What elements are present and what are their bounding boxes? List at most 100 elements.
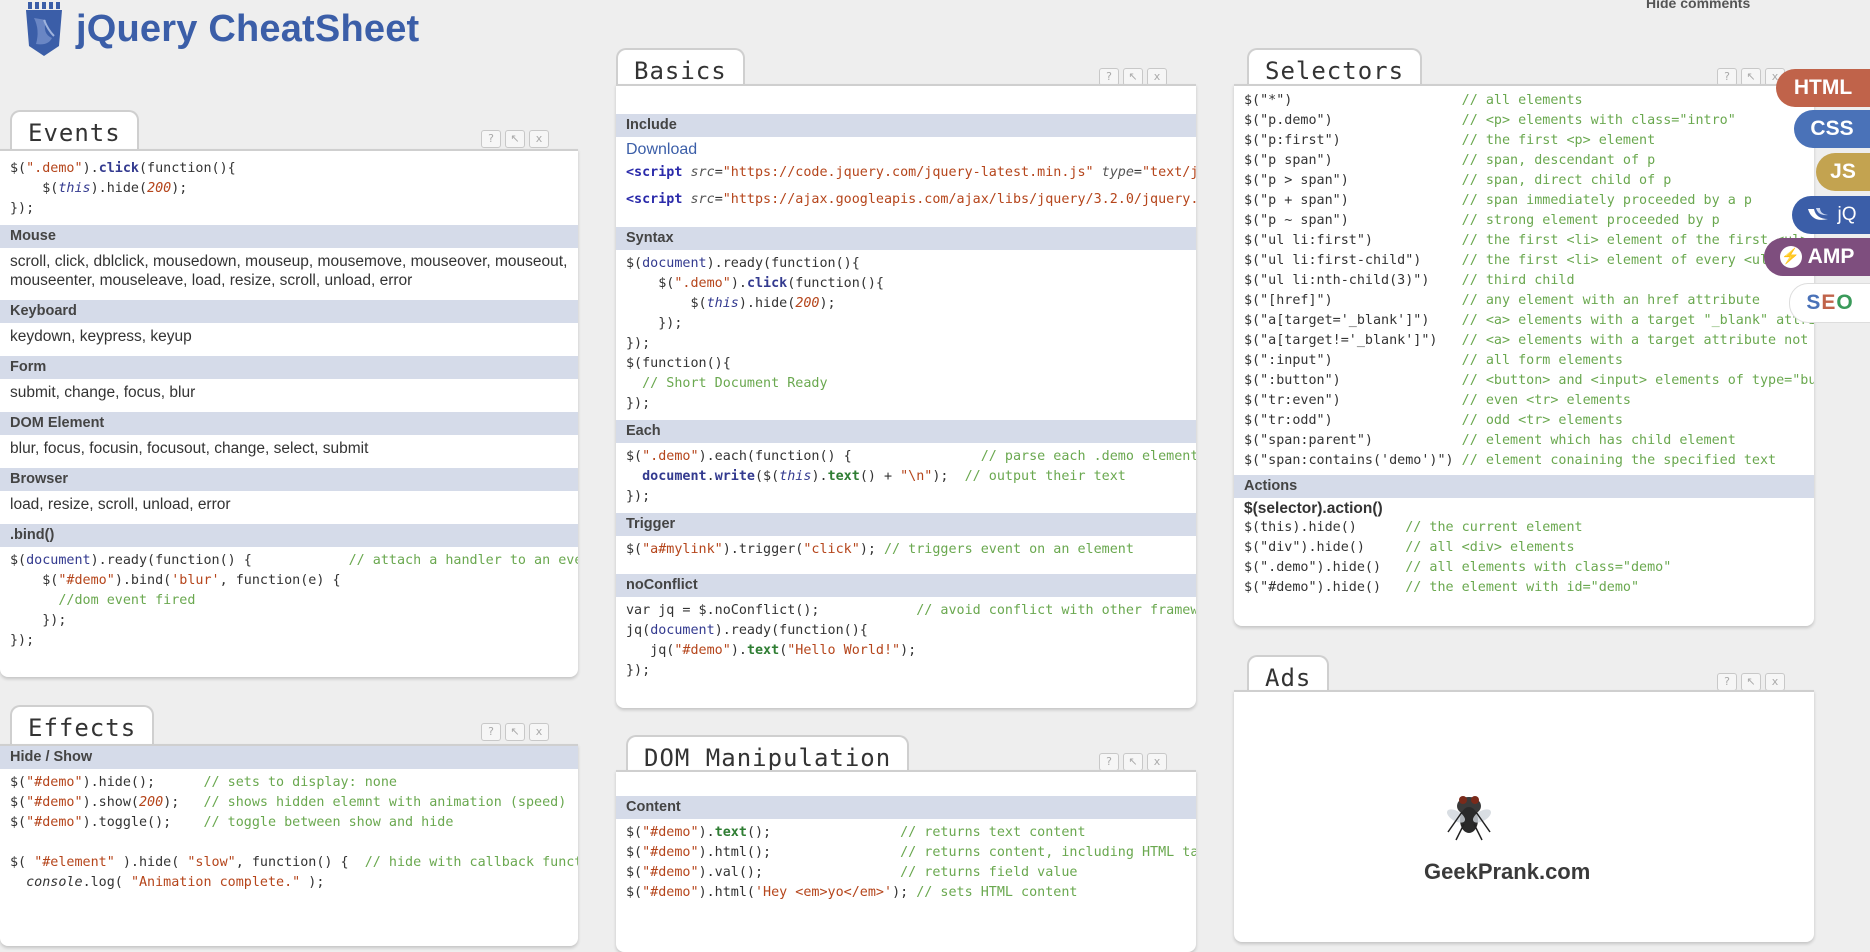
- selector-row: $(".demo").hide() // all elements with c…: [1244, 558, 1804, 578]
- section-heading-actions: Actions: [1234, 475, 1814, 498]
- code-line: jq("#demo").text("Hello World!");: [626, 643, 917, 658]
- selector-code: $(":button"): [1244, 373, 1462, 388]
- selector-row: $("div").hide() // all <div> elements: [1244, 538, 1804, 558]
- selector-row: $(":button") // <button> and <input> ele…: [1244, 371, 1814, 391]
- code-line: });: [626, 316, 683, 331]
- dom-events-text: blur, focus, focusin, focusout, change, …: [10, 440, 369, 457]
- fly-icon: [1446, 796, 1492, 841]
- close-icon[interactable]: x: [529, 130, 549, 148]
- section-heading-dom-element: DOM Element: [0, 412, 578, 435]
- selector-comment: // the first <li> element of every <ul>: [1461, 253, 1777, 268]
- selector-code: $("*"): [1244, 93, 1462, 108]
- help-icon[interactable]: ?: [481, 723, 501, 741]
- section-heading-syntax: Syntax: [616, 227, 1196, 250]
- jquery-swoosh-icon: [1807, 208, 1828, 220]
- selector-comment: // <button> and <input> elements of type…: [1461, 373, 1814, 388]
- selector-comment: // odd <tr> elements: [1461, 413, 1623, 428]
- help-icon[interactable]: ?: [1717, 673, 1737, 691]
- section-heading-include: Include: [616, 114, 1196, 137]
- selector-code: $("span:parent"): [1244, 433, 1462, 448]
- selector-code: $(".demo").hide(): [1244, 560, 1406, 575]
- selector-code: $("[href]"): [1244, 293, 1462, 308]
- code-line: $(document).ready(function() { // attach…: [10, 553, 578, 568]
- close-icon[interactable]: x: [1765, 673, 1785, 691]
- code-line: $("#demo").bind('blur', function(e) {: [10, 573, 341, 588]
- selector-code: $("p:first"): [1244, 133, 1462, 148]
- effects-panel: Effects ? ↖ x Hide / Show $("#demo").hid…: [0, 705, 578, 946]
- code-line: });: [10, 633, 35, 648]
- basics-panel: Basics ? ↖ x Include Download <script sr…: [616, 48, 1196, 708]
- expand-icon[interactable]: ↖: [505, 130, 525, 148]
- selector-comment: // even <tr> elements: [1461, 393, 1631, 408]
- events-intro-code: $(".demo").click(function(){ $(this).hid…: [0, 151, 578, 225]
- code-line: $(document).ready(function(){: [626, 256, 860, 271]
- code-line: // Short Document Ready: [642, 376, 828, 391]
- selector-code: $("tr:even"): [1244, 393, 1462, 408]
- code-line: $("a#mylink").trigger("click"); // trigg…: [626, 542, 1134, 557]
- side-nav-js[interactable]: JS: [1816, 153, 1870, 191]
- ad-brand-text[interactable]: GeekPrank.com: [1424, 859, 1590, 885]
- selector-code: $(this).hide(): [1244, 520, 1406, 535]
- section-heading-noconflict: noConflict: [616, 574, 1196, 597]
- each-code: $(".demo").each(function() { // parse ea…: [616, 443, 1196, 513]
- hide-comments-link[interactable]: Hide comments: [1646, 0, 1750, 11]
- help-icon[interactable]: ?: [481, 130, 501, 148]
- help-icon[interactable]: ?: [1099, 753, 1119, 771]
- expand-icon[interactable]: ↖: [1741, 673, 1761, 691]
- download-link[interactable]: Download: [616, 137, 1196, 159]
- effects-panel-controls: ? ↖ x: [481, 723, 549, 741]
- selector-row: $("[href]") // any element with an href …: [1244, 291, 1804, 311]
- browser-events-text: load, resize, scroll, unload, error: [10, 496, 231, 513]
- code-line: $("#demo").toggle(); // toggle between s…: [10, 815, 454, 830]
- selector-row: $(":input") // all form elements: [1244, 351, 1804, 371]
- code-line: });: [626, 396, 651, 411]
- selector-code: $("a[target='_blank']"): [1244, 313, 1462, 328]
- close-icon[interactable]: x: [529, 723, 549, 741]
- selectors-panel-body: $("*") // all elements $("p.demo") // <p>…: [1234, 84, 1814, 626]
- expand-icon[interactable]: ↖: [505, 723, 525, 741]
- expand-icon[interactable]: ↖: [1123, 753, 1143, 771]
- side-nav-amp[interactable]: ⚡ AMP: [1764, 238, 1870, 276]
- selector-comment: // span, descendant of p: [1461, 153, 1656, 168]
- selector-code: $("p + span"): [1244, 193, 1462, 208]
- code-line: var jq = $.noConflict(); // avoid confli…: [626, 603, 1196, 618]
- site-title: jQuery CheatSheet: [76, 7, 420, 50]
- selector-row: $("p.demo") // <p> elements with class="…: [1244, 111, 1804, 131]
- html5-shield-icon: [26, 2, 62, 56]
- brand-logo[interactable]: jQuery CheatSheet: [22, 0, 419, 58]
- selector-code: $("ul li:first"): [1244, 233, 1462, 248]
- selector-row: $("tr:even") // even <tr> elements: [1244, 391, 1804, 411]
- side-nav-html[interactable]: HTML: [1776, 69, 1870, 107]
- selector-row: $("span:parent") // element which has ch…: [1244, 431, 1804, 451]
- section-heading-browser: Browser: [0, 468, 578, 491]
- selector-comment: // all elements with class="demo": [1405, 560, 1672, 575]
- code-line: $(this).hide(200);: [626, 296, 836, 311]
- side-nav-jquery[interactable]: jQ: [1792, 196, 1870, 234]
- section-heading-form: Form: [0, 356, 578, 379]
- section-heading-trigger: Trigger: [616, 513, 1196, 536]
- section-heading-each: Each: [616, 420, 1196, 443]
- code-line: $(this).hide(200);: [10, 181, 188, 196]
- dom-manipulation-panel: DOM Manipulation ? ↖ x Content $("#demo"…: [616, 735, 1196, 952]
- code-line: $( "#element" ).hide( "slow", function()…: [10, 855, 578, 870]
- selector-code: $("ul li:first-child"): [1244, 253, 1462, 268]
- side-nav-seo[interactable]: SEO: [1789, 283, 1870, 323]
- code-line: $("#demo").html('Hey <em>yo</em>'); // s…: [626, 885, 1078, 900]
- events-panel: Events ? ↖ x $(".demo").click(function()…: [0, 110, 578, 677]
- selector-comment: // all elements: [1461, 93, 1583, 108]
- selector-row: $("p > span") // span, direct child of p: [1244, 171, 1804, 191]
- selector-row: $("p ~ span") // strong element proceede…: [1244, 211, 1804, 231]
- trigger-code: $("a#mylink").trigger("click"); // trigg…: [616, 536, 1196, 574]
- dom-manipulation-panel-body: Content $("#demo").text(); // returns te…: [616, 770, 1196, 952]
- selector-row: $("p + span") // span immediately procee…: [1244, 191, 1804, 211]
- selector-comment: // the element with id="demo": [1405, 580, 1640, 595]
- close-icon[interactable]: x: [1147, 753, 1167, 771]
- code-line: $("#demo").val(); // returns field value: [626, 865, 1078, 880]
- side-nav-css[interactable]: CSS: [1794, 110, 1870, 148]
- selector-comment: // span immediately proceeded by a p: [1461, 193, 1752, 208]
- selector-comment: // all <div> elements: [1405, 540, 1575, 555]
- selector-comment: // <a> elements with a target "_blank" a…: [1461, 313, 1814, 328]
- ads-panel-controls: ? ↖ x: [1717, 673, 1785, 691]
- ads-panel-body[interactable]: GeekPrank.com: [1234, 690, 1814, 942]
